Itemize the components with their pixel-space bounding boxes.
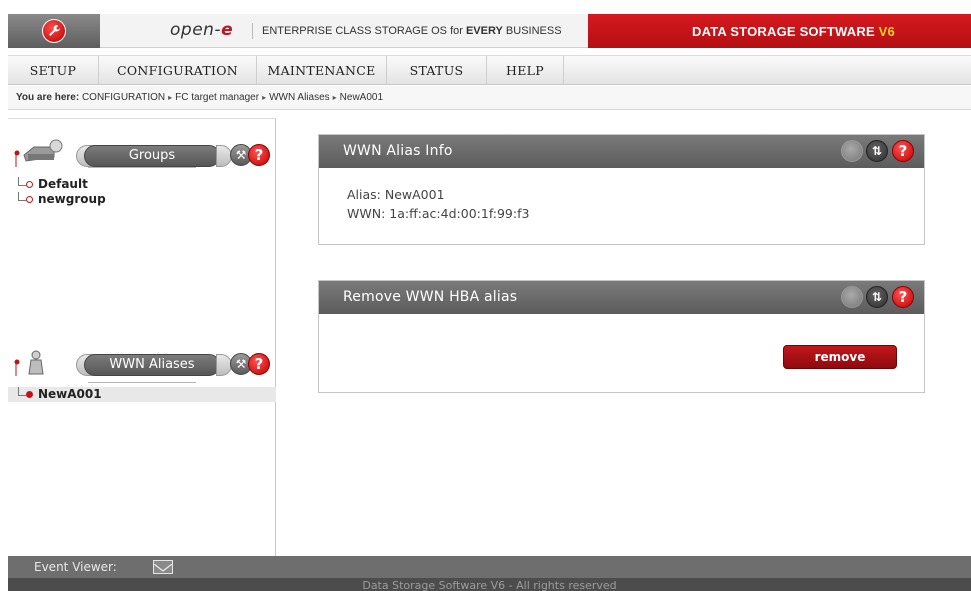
divider	[88, 167, 196, 168]
help-icon[interactable]: ?	[248, 144, 270, 166]
panel-title: Remove WWN HBA alias	[319, 281, 924, 314]
top-header: open-e ENTERPRISE CLASS STORAGE OS for E…	[8, 14, 971, 48]
event-viewer-bar: Event Viewer:	[8, 556, 971, 578]
brand-logo: open-e	[170, 20, 234, 40]
refresh-icon[interactable]: ⇅	[866, 140, 888, 162]
tree-item-label: Default	[38, 177, 88, 191]
node-icon	[26, 196, 33, 203]
tree-item-label: NewA001	[38, 387, 102, 401]
breadcrumb-item: NewA001	[339, 92, 384, 103]
menu-help[interactable]: HELP	[487, 56, 564, 85]
logo-box	[8, 14, 100, 48]
remove-button[interactable]: remove	[783, 345, 897, 369]
help-icon[interactable]: ?	[892, 140, 914, 162]
node-icon	[26, 181, 33, 188]
loading-icon	[841, 286, 863, 308]
aliases-title: WWN Aliases	[84, 354, 220, 376]
tree-item-label: newgroup	[38, 192, 106, 206]
divider	[88, 382, 196, 383]
menu-configuration[interactable]: CONFIGURATION	[99, 56, 257, 85]
breadcrumb-item[interactable]: FC target manager	[175, 92, 259, 103]
alias-value: Alias: NewA001	[347, 187, 445, 202]
main-menu: SETUP CONFIGURATION MAINTENANCE STATUS H…	[8, 55, 971, 85]
remove-wwn-panel: Remove WWN HBA alias ⇅ ? remove	[318, 280, 925, 393]
breadcrumb-item[interactable]: CONFIGURATION	[82, 92, 165, 103]
groups-tree: Default newgroup	[18, 177, 106, 207]
tree-item-newgroup[interactable]: newgroup	[18, 192, 106, 207]
breadcrumb: You are here: CONFIGURATION ▸ FC target ma…	[8, 86, 971, 110]
panel-title: WWN Alias Info	[319, 135, 924, 168]
help-icon[interactable]: ?	[248, 353, 270, 375]
breadcrumb-separator: ▸	[262, 93, 267, 102]
tree-item-default[interactable]: Default	[18, 177, 106, 192]
node-icon	[26, 391, 33, 398]
product-banner: DATA STORAGE SOFTWARE V6	[588, 14, 971, 48]
sidebar: Groups ⚒ ? Default newgroup WWN Aliases …	[8, 118, 276, 556]
aliases-header: WWN Aliases ⚒ ?	[8, 342, 276, 382]
breadcrumb-separator: ▸	[168, 93, 173, 102]
product-title: DATA STORAGE SOFTWARE V6	[692, 24, 895, 39]
tree-connector	[18, 387, 26, 396]
tagline: ENTERPRISE CLASS STORAGE OS for EVERY BU…	[262, 25, 562, 37]
footer: Data Storage Software V6 - All rights re…	[8, 578, 971, 591]
aliases-tree: NewA001	[8, 387, 276, 402]
menu-status[interactable]: STATUS	[387, 56, 487, 85]
tree-connector	[18, 192, 26, 201]
loading-icon	[841, 140, 863, 162]
help-icon[interactable]: ?	[892, 286, 914, 308]
person-icon	[14, 348, 74, 376]
wrench-logo-icon	[42, 19, 66, 43]
menu-maintenance[interactable]: MAINTENANCE	[257, 56, 387, 85]
refresh-icon[interactable]: ⇅	[866, 286, 888, 308]
envelope-icon[interactable]	[153, 560, 173, 574]
breadcrumb-separator: ▸	[332, 93, 337, 102]
breadcrumb-item[interactable]: WWN Aliases	[269, 92, 330, 103]
tree-item-newa001[interactable]: NewA001	[8, 387, 276, 402]
header-divider	[252, 23, 253, 39]
breadcrumb-prefix: You are here:	[16, 92, 80, 103]
groups-title: Groups	[84, 145, 220, 167]
wwn-alias-info-panel: WWN Alias Info ⇅ ? Alias: NewA001 WWN: 1…	[318, 134, 925, 245]
wwn-value: WWN: 1a:ff:ac:4d:00:1f:99:f3	[347, 206, 530, 221]
menu-setup[interactable]: SETUP	[8, 56, 99, 85]
tree-connector	[18, 177, 26, 186]
event-viewer-label: Event Viewer:	[34, 560, 117, 574]
groups-icon	[14, 139, 74, 167]
